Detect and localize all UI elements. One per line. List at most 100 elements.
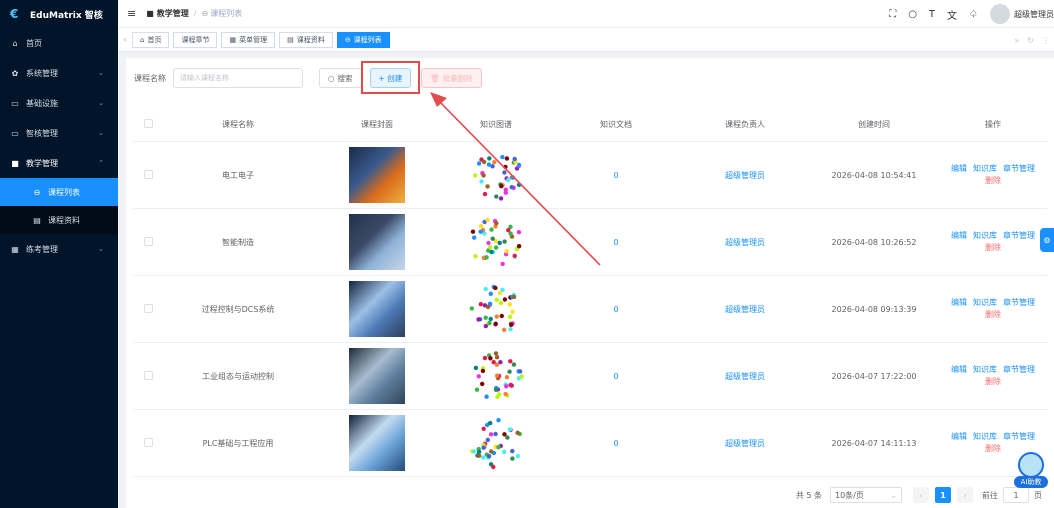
created-time: 2026-04-08 10:26:52 [831,237,917,247]
next-page-button[interactable]: › [957,487,973,503]
delete-button[interactable]: 删除 [939,309,1047,321]
search-button[interactable]: ○ 搜索 [319,68,362,88]
translate-icon[interactable]: 文 [947,7,957,22]
sidebar-item-teaching[interactable]: ■ 教学管理 ⌃ [0,148,118,178]
delete-button[interactable]: 删除 [939,242,1047,254]
edit-button[interactable]: 编辑 [951,432,967,441]
row-checkbox[interactable] [143,303,153,313]
course-name-input[interactable]: 请输入课程名称 [173,68,303,88]
header-knowledge-docs: 知识文档 [600,120,632,129]
chapter-management-button[interactable]: 章节管理 [1003,365,1035,374]
search-icon[interactable]: ○ [908,9,917,20]
monitor-icon: ▭ [11,98,19,108]
home-icon: ⌂ [140,35,145,44]
batch-delete-button[interactable]: 🗑 批量删除 [421,68,482,88]
chapter-management-button[interactable]: 章节管理 [1003,164,1035,173]
course-cover-image [349,415,405,471]
knowledge-doc-count[interactable]: 0 [551,171,681,180]
knowledge-base-button[interactable]: 知识库 [973,164,997,173]
knowledge-doc-count[interactable]: 0 [551,439,681,448]
chapter-management-button[interactable]: 章节管理 [1003,231,1035,240]
delete-button[interactable]: 删除 [939,175,1047,187]
course-owner[interactable]: 超级管理员 [681,304,809,315]
list-icon: ⊖ [344,35,351,44]
robot-icon [1018,452,1044,478]
edit-button[interactable]: 编辑 [951,231,967,240]
edit-button[interactable]: 编辑 [951,298,967,307]
course-name: 电工电子 [222,170,254,180]
knowledge-graph-image[interactable] [465,346,527,406]
knowledge-base-button[interactable]: 知识库 [973,365,997,374]
ai-assistant-button[interactable]: AI助教 [1014,452,1050,492]
prev-page-button[interactable]: ‹ [913,487,929,503]
tab-course-materials[interactable]: ▤ 课程资料 [279,31,333,48]
document-icon: ▤ [287,35,294,44]
course-name: 智能制造 [222,237,254,247]
delete-button[interactable]: 删除 [939,376,1047,388]
tab-course-list[interactable]: ⊖ 课程列表 [336,31,390,48]
logo-icon: € [10,7,19,21]
knowledge-graph-image[interactable] [465,145,527,205]
app-title: EduMatrix 智核 [30,10,103,21]
row-checkbox[interactable] [143,437,153,447]
sidebar-item-practice[interactable]: ▦ 练考管理 ⌄ [0,234,118,264]
knowledge-base-button[interactable]: 知识库 [973,432,997,441]
hamburger-icon[interactable]: ≡ [127,7,136,20]
knowledge-base-button[interactable]: 知识库 [973,298,997,307]
tabs-scroll-right-icon[interactable]: » [1014,36,1019,45]
course-cover-image [349,348,405,404]
course-name: 过程控制与DCS系统 [201,304,275,314]
search-icon: ○ [328,73,335,83]
chapter-management-button[interactable]: 章节管理 [1003,298,1035,307]
row-checkbox[interactable] [143,370,153,380]
breadcrumb-item: 课程列表 [210,9,243,18]
edit-button[interactable]: 编辑 [951,365,967,374]
sidebar-item-system[interactable]: ✿ 系统管理 ⌄ [0,58,118,88]
fullscreen-icon[interactable]: ⛶ [889,9,896,20]
grid-icon: ▦ [229,35,237,44]
sidebar-item-infrastructure[interactable]: ▭ 基础设施 ⌄ [0,88,118,118]
course-owner[interactable]: 超级管理员 [681,170,809,181]
course-owner[interactable]: 超级管理员 [681,237,809,248]
settings-float-button[interactable]: ⚙ [1040,228,1054,252]
tab-menu-management[interactable]: ▦ 菜单管理 [221,31,276,48]
trash-icon: 🗑 [430,73,440,83]
sidebar-subitem-course-materials[interactable]: ▤ 课程资料 [0,206,118,234]
search-form: 课程名称 请输入课程名称 ○ 搜索 + 创建 🗑 批量删除 [126,58,482,98]
course-table: 课程名称 课程封面 知识图谱 知识文档 课程负责人 创建时间 操作 电工电子 0… [133,108,1047,477]
refresh-icon[interactable]: ↻ [1027,36,1034,45]
tab-course-chapters[interactable]: 课程章节 [173,31,218,48]
course-owner[interactable]: 超级管理员 [681,438,809,449]
course-owner[interactable]: 超级管理员 [681,371,809,382]
knowledge-doc-count[interactable]: 0 [551,372,681,381]
knowledge-base-button[interactable]: 知识库 [973,231,997,240]
breadcrumb-item[interactable]: 教学管理 [157,8,189,19]
sidebar-subitem-course-list[interactable]: ⊖ 课程列表 [0,178,118,206]
page-size-select[interactable]: 10条/页 ⌄ [830,487,902,503]
home-icon: ⌂ [12,38,18,48]
bell-icon[interactable]: ♤ [969,9,978,20]
sidebar-item-home[interactable]: ⌂ 首页 [0,28,118,58]
tabs-menu-icon[interactable]: ⋮ [1042,36,1050,45]
sidebar-item-label: 智核管理 [26,128,58,138]
page-number[interactable]: 1 [935,487,951,503]
knowledge-graph-image[interactable] [465,212,527,272]
font-size-icon[interactable]: T [929,9,935,20]
tabs-tools: » ↻ ⋮ [1006,28,1050,52]
knowledge-doc-count[interactable]: 0 [551,305,681,314]
knowledge-graph-image[interactable] [465,279,527,339]
knowledge-graph-image[interactable] [465,413,527,473]
edit-button[interactable]: 编辑 [951,164,967,173]
knowledge-doc-count[interactable]: 0 [551,238,681,247]
chapter-management-button[interactable]: 章节管理 [1003,432,1035,441]
select-all-checkbox[interactable] [143,119,153,128]
header-tools: ⛶ ○ T 文 ♤ 超级管理员 [889,0,1054,28]
row-checkbox[interactable] [143,169,153,179]
tabs-scroll-left-icon[interactable]: « [118,35,132,44]
username[interactable]: 超级管理员 [1014,9,1054,20]
avatar[interactable] [990,4,1010,24]
row-checkbox[interactable] [143,236,153,246]
tab-home[interactable]: ⌂ 首页 [132,31,170,48]
pagination: 共 5 条 10条/页 ⌄ ‹ 1 › 前往 1 页 [796,486,1042,504]
sidebar-item-core[interactable]: ▭ 智核管理 ⌄ [0,118,118,148]
